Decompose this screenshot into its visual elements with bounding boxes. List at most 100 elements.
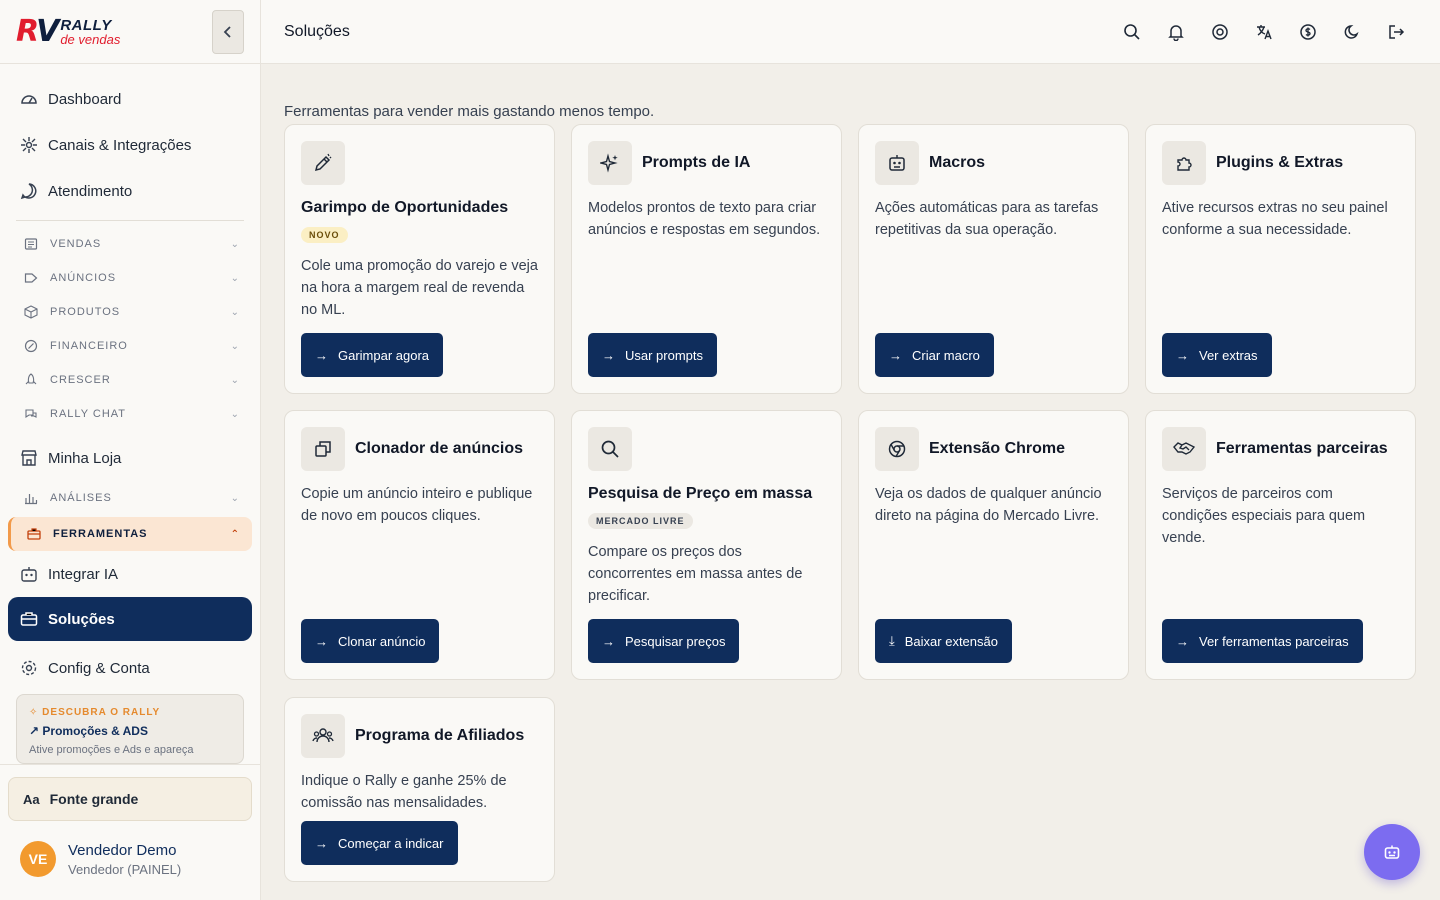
robot-icon <box>20 565 38 583</box>
logo-mark: RV <box>16 14 59 49</box>
baixar-extensao-button[interactable]: ⤓ Baixar extensão <box>875 619 1012 663</box>
sidebar-item-label: Canais & Integrações <box>48 136 192 154</box>
card-title: Ferramentas parceiras <box>1216 440 1388 457</box>
avatar: VE <box>20 841 56 877</box>
promo-title: ↗ Promoções & ADS <box>29 724 148 738</box>
arrow-right-icon: → <box>315 835 328 851</box>
currency-icon[interactable] <box>1286 10 1330 54</box>
card-title: Macros <box>929 154 986 171</box>
sidebar-section-analises[interactable]: ANÁLISES ⌄ <box>8 481 252 515</box>
card-description: Ações automáticas para as tarefas repeti… <box>875 200 1099 238</box>
sidebar-item-canais[interactable]: Canais & Integrações <box>8 122 252 168</box>
sidebar-item-label: Atendimento <box>48 182 133 200</box>
chevron-down-icon: ⌄ <box>230 272 240 284</box>
chatbot-fab-button[interactable] <box>1364 824 1420 880</box>
clonar-anuncio-button[interactable]: → Clonar anúncio <box>301 619 440 663</box>
chevron-down-icon: ⌄ <box>230 238 240 250</box>
promo-tag: ✧ DESCUBRA O RALLY <box>29 707 161 718</box>
chevron-down-icon: ⌄ <box>230 306 240 318</box>
card-ferramentas-parceiras: Ferramentas parceiras Serviços de parcei… <box>1145 410 1416 680</box>
sidebar-nav: Dashboard Canais & Integrações Atendimen… <box>0 64 260 691</box>
list-icon <box>24 237 38 251</box>
card-afiliados: Programa de Afiliados Indique o Rally e … <box>284 697 555 882</box>
user-role: Vendedor (PAINEL) <box>68 861 182 877</box>
bell-icon[interactable] <box>1154 10 1198 54</box>
robot-icon <box>1384 845 1400 859</box>
chevron-down-icon: ⌄ <box>230 340 240 352</box>
card-title: Garimpo de Oportunidades <box>301 199 509 216</box>
chat-icon <box>20 182 38 200</box>
promo-desc: Ative promoções e Ads e apareça <box>29 744 194 756</box>
logo-bar: RV RALLY de vendas <box>0 0 260 64</box>
arrow-right-icon: → <box>1176 633 1189 649</box>
sidebar-item-label: Dashboard <box>48 90 122 108</box>
usar-prompts-button[interactable]: → Usar prompts <box>588 333 718 377</box>
card-prompts: Prompts de IA Modelos prontos de texto p… <box>571 124 842 394</box>
status-badge: NOVO <box>301 227 348 243</box>
sidebar-section-rally-chat[interactable]: RALLY CHAT ⌄ <box>8 397 252 431</box>
sidebar-section-vendas[interactable]: VENDAS ⌄ <box>8 227 252 261</box>
promo-card[interactable]: ✧ DESCUBRA O RALLY ↗ Promoções & ADS Ati… <box>16 694 244 764</box>
ver-extras-button[interactable]: → Ver extras <box>1162 333 1272 377</box>
toolbox-icon <box>20 610 38 628</box>
sidebar-item-minha-loja[interactable]: Minha Loja <box>8 435 252 481</box>
card-description: Copie um anúncio inteiro e publique de n… <box>301 486 533 524</box>
translate-icon[interactable] <box>1242 10 1286 54</box>
brand-logo[interactable]: RV RALLY de vendas <box>16 14 120 49</box>
top-header: Soluções <box>261 0 1440 64</box>
arrow-right-icon: → <box>602 633 615 649</box>
logout-icon[interactable] <box>1374 10 1418 54</box>
puzzle-icon <box>1162 141 1206 185</box>
chevron-down-icon: ⌄ <box>230 374 240 386</box>
copy-icon <box>301 427 345 471</box>
sidebar-item-atendimento[interactable]: Atendimento <box>8 168 252 214</box>
sidebar-item-dashboard[interactable]: Dashboard <box>8 76 252 122</box>
card-title: Plugins & Extras <box>1216 154 1344 171</box>
card-garimpo: Garimpo de Oportunidades NOVO Cole uma p… <box>284 124 555 394</box>
card-title: Programa de Afiliados <box>355 727 525 744</box>
pesquisar-precos-button[interactable]: → Pesquisar preços <box>588 619 740 663</box>
card-title: Pesquisa de Preço em massa <box>588 485 813 502</box>
bar-chart-icon <box>24 491 38 505</box>
moon-icon[interactable] <box>1330 10 1374 54</box>
handshake-icon <box>1162 427 1206 471</box>
card-description: Ative recursos extras no seu painel conf… <box>1162 200 1388 238</box>
card-extensao-chrome: Extensão Chrome Veja os dados de qualque… <box>858 410 1129 680</box>
sidebar-footer: Aa Fonte grande VE Vendedor Demo Vendedo… <box>0 764 260 900</box>
font-size-icon: Aa <box>23 791 40 807</box>
sidebar-section-produtos[interactable]: PRODUTOS ⌄ <box>8 295 252 329</box>
search-icon <box>588 427 632 471</box>
font-size-button[interactable]: Aa Fonte grande <box>8 777 252 821</box>
help-icon[interactable] <box>1198 10 1242 54</box>
card-description: Veja os dados de qualquer anúncio direto… <box>875 486 1102 524</box>
chevron-down-icon: ⌄ <box>230 492 240 504</box>
sidebar-item-solucoes[interactable]: Soluções <box>8 597 252 641</box>
collapse-sidebar-button[interactable] <box>212 10 244 54</box>
edit-icon <box>301 141 345 185</box>
card-macros: Macros Ações automáticas para as tarefas… <box>858 124 1129 394</box>
sidebar-section-anuncios[interactable]: ANÚNCIOS ⌄ <box>8 261 252 295</box>
sidebar-item-config[interactable]: Config & Conta <box>8 645 252 691</box>
store-icon <box>20 449 38 467</box>
garimpar-button[interactable]: → Garimpar agora <box>301 333 444 377</box>
sidebar-item-integrar-ia[interactable]: Integrar IA <box>8 551 252 597</box>
arrow-right-icon: → <box>1176 347 1189 363</box>
chevron-down-icon: ⌄ <box>230 408 240 420</box>
network-icon <box>20 136 38 154</box>
card-title: Prompts de IA <box>642 154 751 171</box>
card-description: Modelos prontos de texto para criar anún… <box>588 200 821 238</box>
card-clonador: Clonador de anúncios Copie um anúncio in… <box>284 410 555 680</box>
search-icon[interactable] <box>1110 10 1154 54</box>
status-badge: MERCADO LIVRE <box>588 513 693 529</box>
chat-bubbles-icon <box>24 407 38 421</box>
user-profile[interactable]: VE Vendedor Demo Vendedor (PAINEL) <box>20 841 181 877</box>
card-title: Clonador de anúncios <box>355 440 524 457</box>
comecar-indicar-button[interactable]: → Começar a indicar <box>301 821 458 865</box>
sidebar-section-financeiro[interactable]: FINANCEIRO ⌄ <box>8 329 252 363</box>
card-description: Serviços de parceiros com condições espe… <box>1162 486 1366 546</box>
sidebar-section-ferramentas[interactable]: FERRAMENTAS ⌃ <box>8 517 252 551</box>
sidebar-section-crescer[interactable]: CRESCER ⌄ <box>8 363 252 397</box>
criar-macro-button[interactable]: → Criar macro <box>875 333 994 377</box>
box-icon <box>24 305 38 319</box>
ver-ferramentas-parceiras-button[interactable]: → Ver ferramentas parceiras <box>1162 619 1363 663</box>
